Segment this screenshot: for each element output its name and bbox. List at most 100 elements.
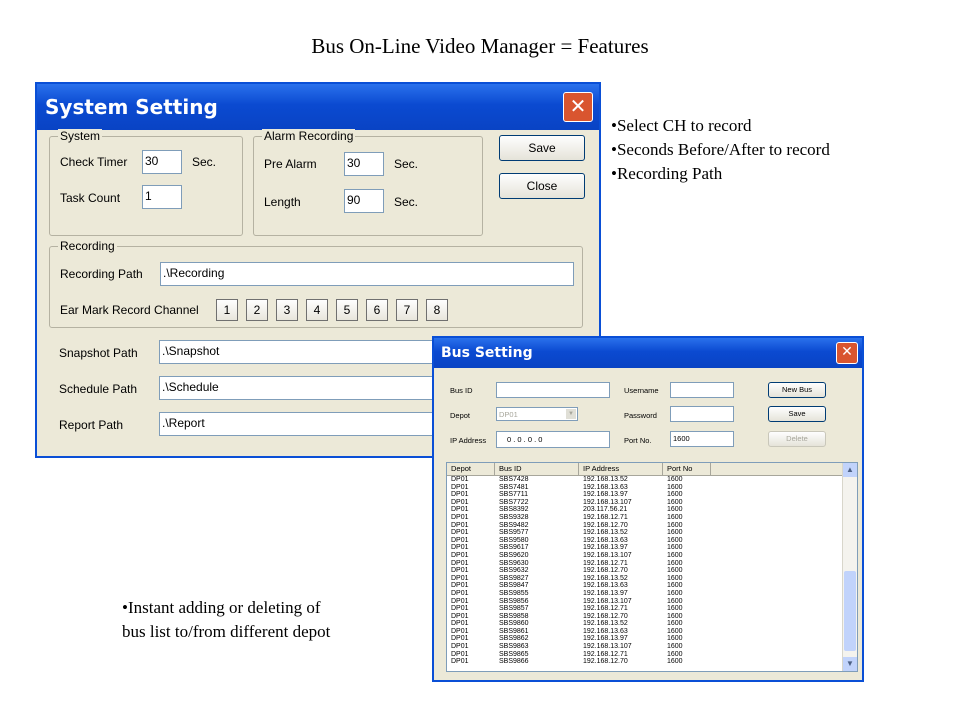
table-row[interactable]: DP01 SBS9482 192.168.12.70 1600 <box>447 522 843 530</box>
table-row[interactable]: DP01 SBS9630 192.168.12.71 1600 <box>447 560 843 568</box>
channel-2-button[interactable]: 2 <box>246 299 268 321</box>
table-row[interactable]: DP01 SBS9632 192.168.12.70 1600 <box>447 567 843 575</box>
delete-button[interactable]: Delete <box>768 431 826 447</box>
system-group: System Check Timer 30 Sec. Task Count 1 <box>49 129 243 236</box>
recording-path-input[interactable]: .\Recording <box>160 262 574 286</box>
channel-8-button[interactable]: 8 <box>426 299 448 321</box>
table-row[interactable]: DP01 SBS9866 192.168.12.70 1600 <box>447 658 843 666</box>
scroll-thumb[interactable] <box>844 571 856 651</box>
ip-address-input[interactable]: 0 . 0 . 0 . 0 <box>496 431 610 448</box>
table-row[interactable]: DP01 SBS9620 192.168.13.107 1600 <box>447 552 843 560</box>
table-row[interactable]: DP01 SBS9827 192.168.13.52 1600 <box>447 575 843 583</box>
bullet-item: •Select CH to record <box>611 116 752 135</box>
table-cell: DP01 <box>451 582 469 590</box>
pre-alarm-label: Pre Alarm <box>264 157 317 171</box>
channel-3-button[interactable]: 3 <box>276 299 298 321</box>
depot-select[interactable]: DP01 ▼ <box>496 407 578 421</box>
table-row[interactable]: DP01 SBS9858 192.168.12.70 1600 <box>447 613 843 621</box>
channel-1-button[interactable]: 1 <box>216 299 238 321</box>
scroll-down-icon[interactable]: ▼ <box>843 657 857 671</box>
password-label: Password <box>624 411 657 420</box>
table-cell: DP01 <box>451 536 469 544</box>
table-row[interactable]: DP01 SBS8392 203.117.56.21 1600 <box>447 506 843 514</box>
channel-5-button[interactable]: 5 <box>336 299 358 321</box>
table-cell: 192.168.13.107 <box>583 551 632 559</box>
table-cell: 1600 <box>667 620 683 628</box>
table-row[interactable]: DP01 SBS9861 192.168.13.63 1600 <box>447 628 843 636</box>
password-input[interactable] <box>670 406 734 422</box>
pre-alarm-input[interactable]: 30 <box>344 152 384 176</box>
table-cell: DP01 <box>451 521 469 529</box>
table-row[interactable]: DP01 SBS9863 192.168.13.107 1600 <box>447 643 843 651</box>
table-cell: DP01 <box>451 498 469 506</box>
length-input[interactable]: 90 <box>344 189 384 213</box>
group-label: System <box>58 129 103 143</box>
table-cell: 192.168.12.70 <box>583 567 628 575</box>
table-row[interactable]: DP01 SBS7481 192.168.13.63 1600 <box>447 484 843 492</box>
bus-setting-titlebar[interactable]: Bus Setting <box>434 338 862 368</box>
table-row[interactable]: DP01 SBS9860 192.168.13.52 1600 <box>447 620 843 628</box>
table-cell: 192.168.12.71 <box>583 650 628 658</box>
port-input[interactable]: 1600 <box>670 431 734 447</box>
table-cell: SBS9630 <box>499 559 529 567</box>
bus-id-input[interactable] <box>496 382 610 398</box>
table-cell: SBS9862 <box>499 635 529 643</box>
table-cell: SBS7428 <box>499 476 529 483</box>
channel-7-button[interactable]: 7 <box>396 299 418 321</box>
unit-label: Sec. <box>192 155 217 169</box>
check-timer-input[interactable]: 30 <box>142 150 182 174</box>
channel-4-button[interactable]: 4 <box>306 299 328 321</box>
table-row[interactable]: DP01 SBS9855 192.168.13.97 1600 <box>447 590 843 598</box>
close-icon[interactable]: ✕ <box>563 92 593 122</box>
table-cell: 192.168.13.107 <box>583 498 632 506</box>
task-count-label: Task Count <box>60 191 121 205</box>
table-cell: SBS9482 <box>499 521 529 529</box>
unit-label: Sec. <box>394 195 419 209</box>
table-row[interactable]: DP01 SBS7722 192.168.13.107 1600 <box>447 499 843 507</box>
table-row[interactable]: DP01 SBS9580 192.168.13.63 1600 <box>447 537 843 545</box>
table-row[interactable]: DP01 SBS9617 192.168.13.97 1600 <box>447 544 843 552</box>
bullet-item: •Recording Path <box>611 164 723 183</box>
table-cell: 1600 <box>667 559 683 567</box>
table-cell: 1600 <box>667 635 683 643</box>
table-row[interactable]: DP01 SBS9865 192.168.12.71 1600 <box>447 651 843 659</box>
table-cell: SBS9858 <box>499 612 529 620</box>
bullet-item: •Seconds Before/After to record <box>611 140 830 159</box>
table-row[interactable]: DP01 SBS9862 192.168.13.97 1600 <box>447 635 843 643</box>
bus-list[interactable]: Depot Bus ID IP Address Port No DP01 SBS7… <box>446 462 858 672</box>
table-cell: SBS7711 <box>499 491 529 499</box>
close-button[interactable]: Close <box>499 173 585 199</box>
table-row[interactable]: DP01 SBS9328 192.168.12.71 1600 <box>447 514 843 522</box>
table-cell: DP01 <box>451 567 469 575</box>
table-row[interactable]: DP01 SBS9857 192.168.12.71 1600 <box>447 605 843 613</box>
new-bus-button[interactable]: New Bus <box>768 382 826 398</box>
table-cell: 1600 <box>667 658 683 666</box>
close-icon[interactable]: ✕ <box>836 342 858 364</box>
column-header[interactable]: IP Address <box>579 463 663 475</box>
column-header[interactable]: Bus ID <box>495 463 579 475</box>
table-cell: SBS9865 <box>499 650 529 658</box>
table-row[interactable]: DP01 SBS9856 192.168.13.107 1600 <box>447 598 843 606</box>
table-cell: 192.168.13.52 <box>583 620 628 628</box>
column-header[interactable]: Depot <box>447 463 495 475</box>
channel-6-button[interactable]: 6 <box>366 299 388 321</box>
save-button[interactable]: Save <box>768 406 826 422</box>
column-header[interactable]: Port No <box>663 463 711 475</box>
chevron-down-icon[interactable]: ▼ <box>566 409 576 419</box>
table-cell: 1600 <box>667 597 683 605</box>
group-label: Alarm Recording <box>262 129 356 143</box>
table-cell: 1600 <box>667 521 683 529</box>
scroll-up-icon[interactable]: ▲ <box>843 463 857 477</box>
table-row[interactable]: DP01 SBS9577 192.168.13.52 1600 <box>447 529 843 537</box>
vertical-scrollbar[interactable]: ▲ ▼ <box>842 463 857 671</box>
table-cell: SBS9328 <box>499 513 529 521</box>
save-button[interactable]: Save <box>499 135 585 161</box>
table-row[interactable]: DP01 SBS7711 192.168.13.97 1600 <box>447 491 843 499</box>
task-count-input[interactable]: 1 <box>142 185 182 209</box>
system-setting-titlebar[interactable]: System Setting <box>37 84 599 130</box>
table-cell: DP01 <box>451 551 469 559</box>
table-cell: SBS9620 <box>499 551 529 559</box>
table-row[interactable]: DP01 SBS7428 192.168.13.52 1600 <box>447 476 843 484</box>
username-input[interactable] <box>670 382 734 398</box>
table-row[interactable]: DP01 SBS9847 192.168.13.63 1600 <box>447 582 843 590</box>
